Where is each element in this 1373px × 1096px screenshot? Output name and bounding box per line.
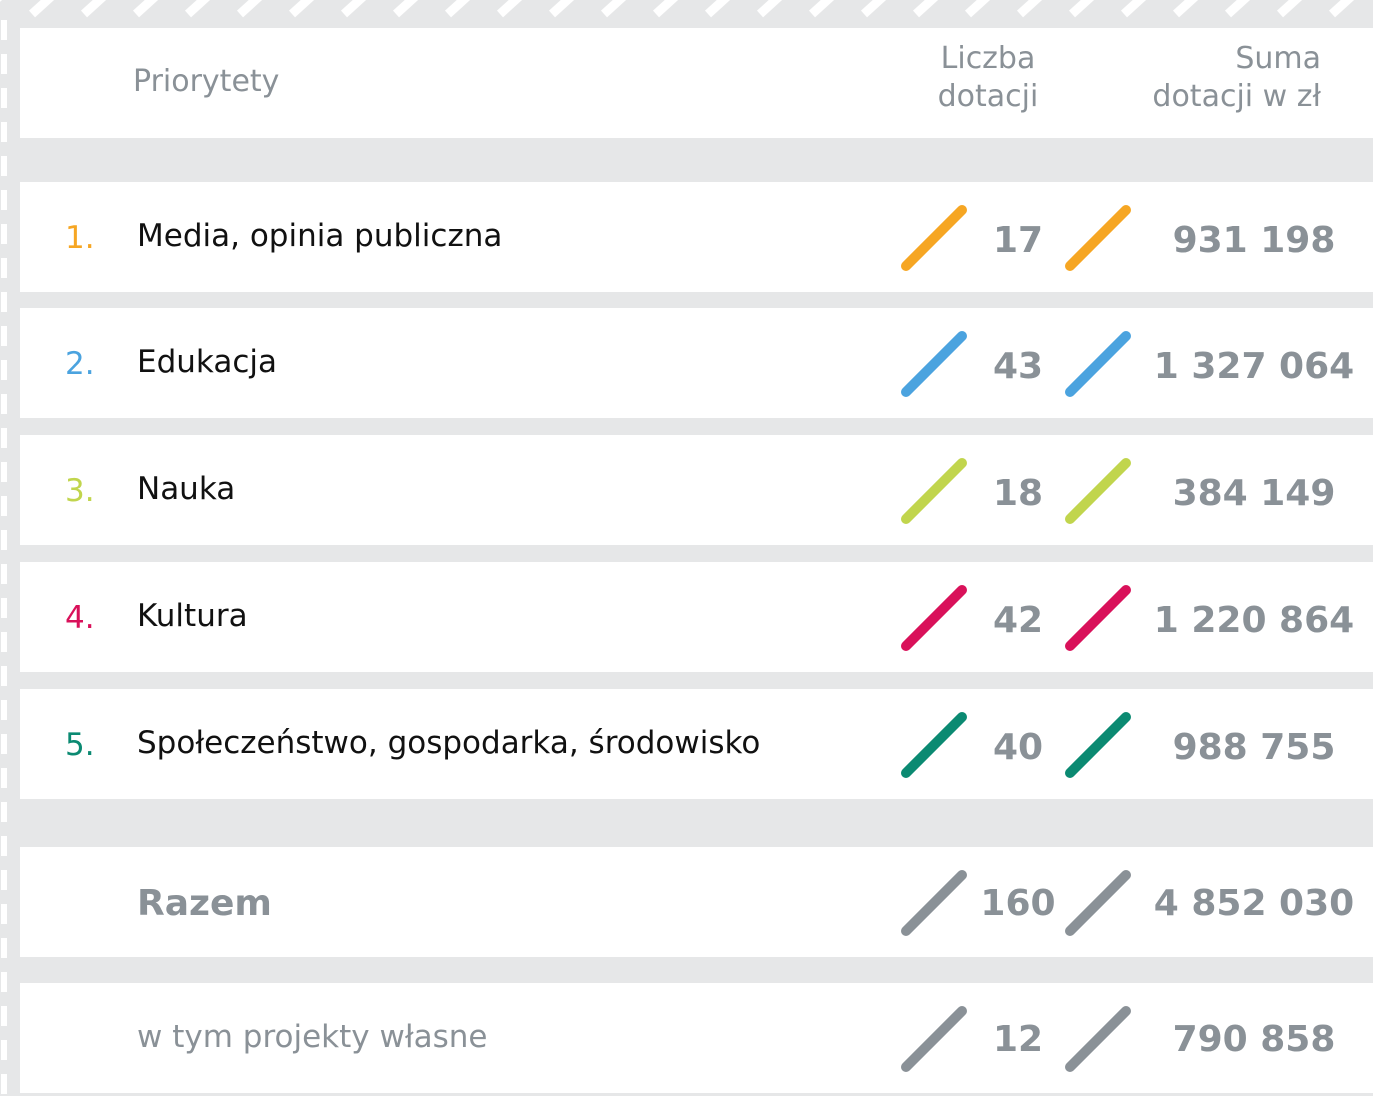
row-label: Edukacja: [137, 344, 277, 380]
own-count-slash: [901, 1006, 967, 1072]
row-label: Nauka: [137, 471, 236, 507]
table-header: Priorytety Liczba dotacji Suma dotacji w…: [20, 28, 1373, 138]
own-sum-slash: [1065, 1006, 1131, 1072]
header-count-line2: dotacji: [937, 79, 1039, 114]
row-number: 4.: [65, 600, 95, 636]
count-slash: [901, 585, 967, 651]
sum-slash: [1065, 585, 1131, 651]
row-number: 5.: [65, 727, 95, 763]
header-sum-line1: Suma: [1235, 41, 1321, 76]
own-projects-label: w tym projekty własne: [137, 1019, 488, 1055]
row-number: 3.: [65, 473, 95, 509]
row-count: 18: [992, 473, 1044, 514]
header-sum-line2: dotacji w zł: [1152, 79, 1321, 114]
row-sum: 931 198: [1172, 220, 1336, 261]
count-slash: [901, 458, 967, 524]
row-sum: 1 327 064: [1153, 346, 1355, 387]
table-row: 1. Media, opinia publiczna 17 931 198: [20, 182, 1373, 292]
header-priorities: Priorytety: [133, 64, 280, 99]
sum-slash: [1065, 712, 1131, 778]
sum-slash: [1065, 205, 1131, 271]
row-label: Społeczeństwo, gospodarka, środowisko: [137, 725, 761, 761]
total-label: Razem: [137, 883, 272, 924]
row-sum: 988 755: [1172, 727, 1336, 768]
table-row: 5. Społeczeństwo, gospodarka, środowisko 4…: [20, 689, 1373, 799]
total-sum: 4 852 030: [1153, 883, 1355, 924]
row-count: 17: [992, 220, 1044, 261]
own-projects-count: 12: [992, 1019, 1044, 1060]
row-number: 1.: [65, 220, 95, 256]
total-count: 160: [980, 883, 1056, 924]
row-label: Media, opinia publiczna: [137, 218, 503, 254]
table-row: 4. Kultura 42 1 220 864: [20, 562, 1373, 672]
own-projects-row: w tym projekty własne 12 790 858: [20, 983, 1373, 1093]
sum-slash: [1065, 458, 1131, 524]
table-row: 3. Nauka 18 384 149: [20, 435, 1373, 545]
count-slash: [901, 331, 967, 397]
own-projects-sum: 790 858: [1172, 1019, 1336, 1060]
count-slash: [901, 205, 967, 271]
row-label: Kultura: [137, 598, 248, 634]
total-count-slash: [901, 870, 967, 936]
row-count: 42: [992, 600, 1044, 641]
total-row: Razem 160 4 852 030: [20, 847, 1373, 957]
header-count: Liczba dotacji: [928, 40, 1048, 116]
sum-slash: [1065, 331, 1131, 397]
row-sum: 1 220 864: [1153, 600, 1355, 641]
row-sum: 384 149: [1172, 473, 1336, 514]
row-count: 43: [992, 346, 1044, 387]
row-count: 40: [992, 727, 1044, 768]
count-slash: [901, 712, 967, 778]
header-count-line1: Liczba: [940, 41, 1036, 76]
total-sum-slash: [1065, 870, 1131, 936]
row-number: 2.: [65, 346, 95, 382]
header-sum: Suma dotacji w zł: [1061, 40, 1321, 116]
table-row: 2. Edukacja 43 1 327 064: [20, 308, 1373, 418]
